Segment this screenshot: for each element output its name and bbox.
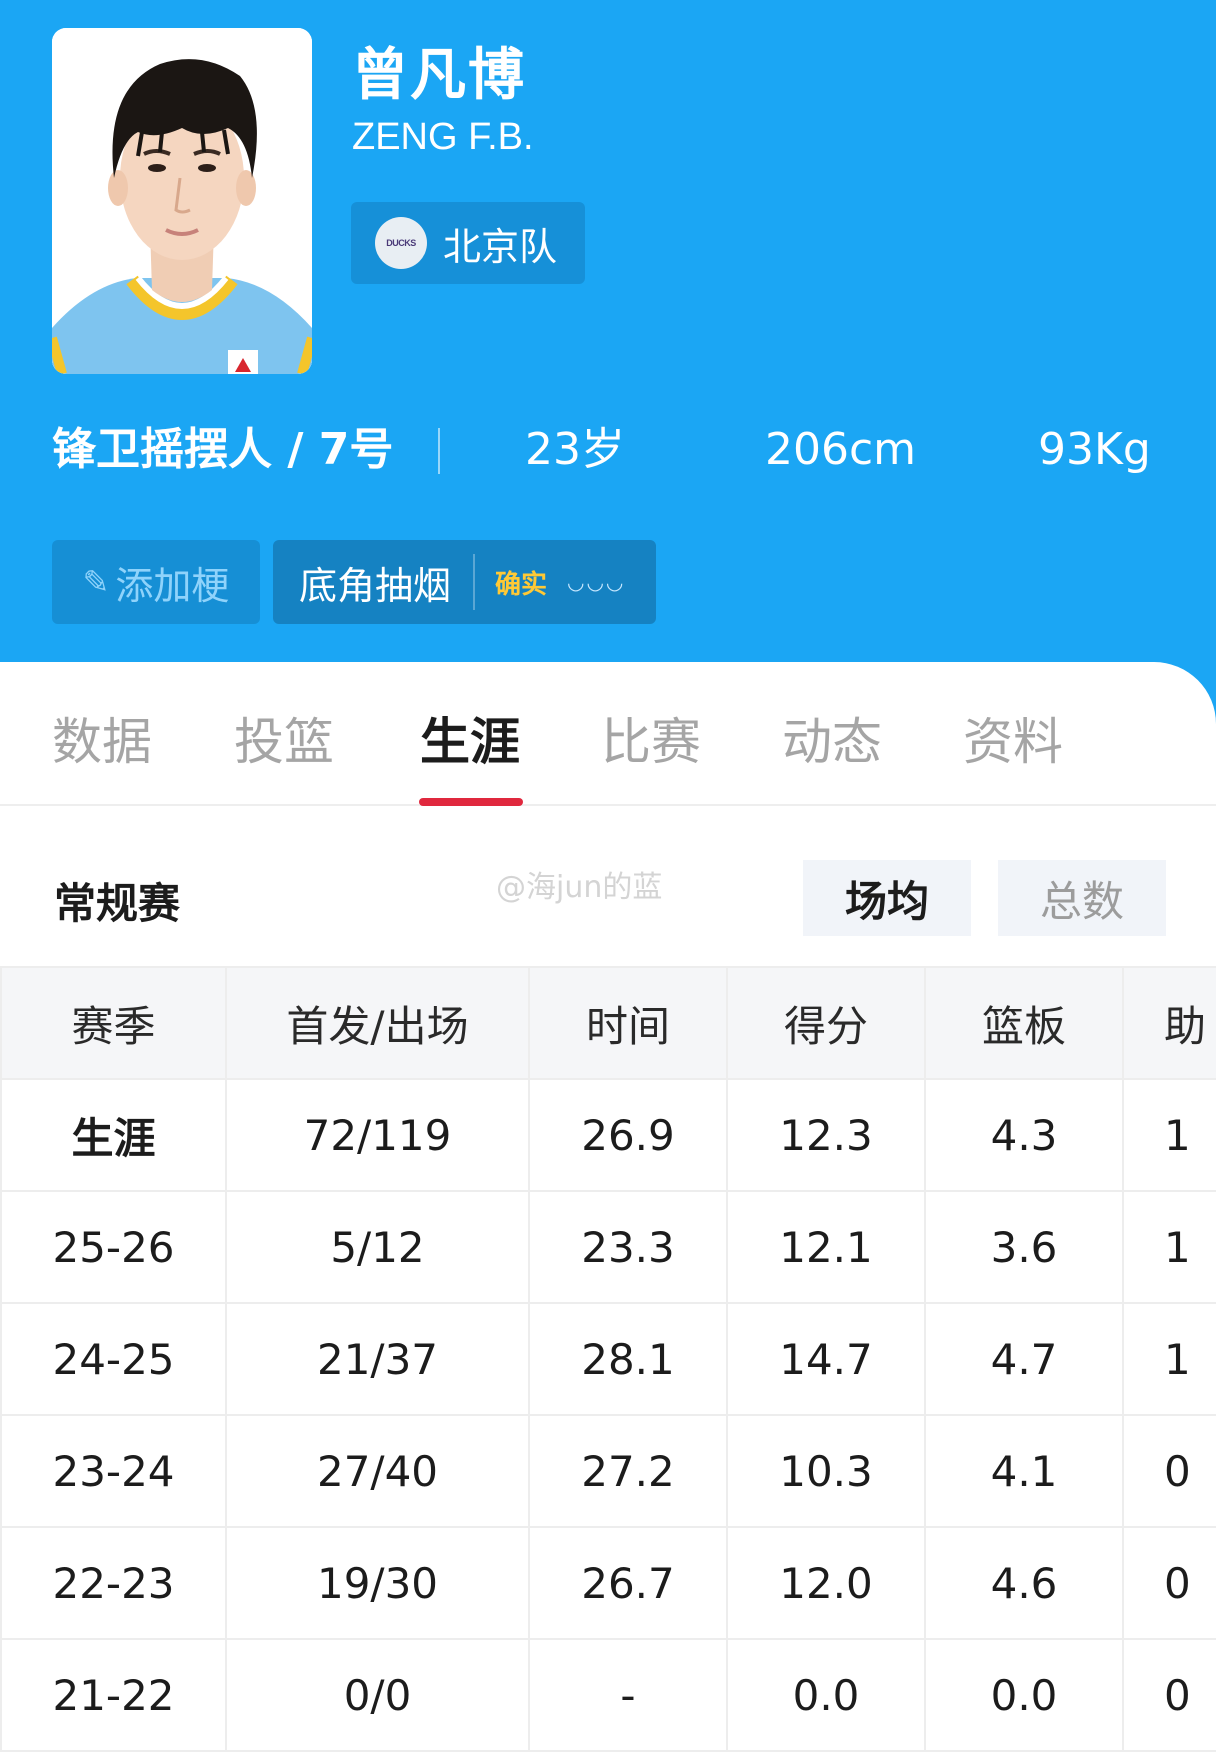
starts-games-cell: 5/12 [225, 1190, 530, 1304]
minutes-cell: - [528, 1638, 728, 1752]
minutes-cell: 26.9 [528, 1078, 728, 1192]
minutes-cell: 26.7 [528, 1526, 728, 1640]
rebounds-cell: 3.6 [924, 1190, 1124, 1304]
tab-profile[interactable]: 资料 [958, 702, 1068, 774]
rebounds-cell: 4.3 [924, 1078, 1124, 1192]
season-cell: 23-24 [0, 1414, 227, 1528]
header-season: 赛季 [0, 966, 227, 1080]
header-assists: 助 [1122, 966, 1216, 1080]
table-row[interactable]: 23-24 27/40 27.2 10.3 4.1 0 [0, 1414, 1216, 1528]
meme-tag-divider [473, 554, 476, 610]
player-header: 曾凡博 ZENG F.B. DUCKS 北京队 锋卫摇摆人 / 7号 23岁 2… [0, 0, 1216, 760]
points-cell: 0.0 [726, 1638, 926, 1752]
player-name-cn: 曾凡博 [352, 43, 526, 108]
rebounds-cell: 4.7 [924, 1302, 1124, 1416]
player-position: 锋卫摇摆人 / 7号 [52, 424, 394, 475]
wave-icon: ◡◡◡ [567, 570, 626, 594]
meme-tag-text: 底角抽烟 [299, 563, 452, 608]
tab-games[interactable]: 比赛 [596, 702, 706, 774]
starts-games-cell: 72/119 [225, 1078, 530, 1192]
rebounds-cell: 4.6 [924, 1526, 1124, 1640]
rebounds-cell: 0.0 [924, 1638, 1124, 1752]
minutes-cell: 28.1 [528, 1302, 728, 1416]
pencil-icon: ✎ [82, 563, 110, 601]
tab-data[interactable]: 数据 [47, 702, 157, 774]
player-photo [52, 28, 312, 374]
season-cell: 24-25 [0, 1302, 227, 1416]
add-meme-button[interactable]: ✎ 添加梗 [52, 540, 260, 624]
team-name: 北京队 [443, 224, 558, 269]
team-chip[interactable]: DUCKS 北京队 [351, 202, 585, 284]
season-cell: 生涯 [0, 1078, 227, 1192]
assists-cell: 1 [1122, 1302, 1216, 1416]
player-age: 23岁 [525, 424, 625, 475]
season-cell: 22-23 [0, 1526, 227, 1640]
info-divider [438, 428, 440, 474]
career-stats-table: 赛季 首发/出场 时间 得分 篮板 助 生涯 72/119 26.9 12.3 … [0, 966, 1216, 1752]
table-row[interactable]: 生涯 72/119 26.9 12.3 4.3 1 [0, 1078, 1216, 1192]
table-row[interactable]: 25-26 5/12 23.3 12.1 3.6 1 [0, 1190, 1216, 1304]
starts-games-cell: 0/0 [225, 1638, 530, 1752]
tab-career[interactable]: 生涯 [415, 702, 525, 774]
assists-cell: 1 [1122, 1078, 1216, 1192]
per-game-toggle[interactable]: 场均 [803, 860, 971, 936]
header-starts-games: 首发/出场 [225, 966, 530, 1080]
add-meme-label: 添加梗 [115, 563, 230, 608]
meme-tag[interactable]: 底角抽烟 确实 ◡◡◡ [273, 540, 656, 624]
assists-cell: 1 [1122, 1190, 1216, 1304]
section-title: 常规赛 [54, 879, 181, 928]
player-weight: 93Kg [1038, 424, 1151, 475]
assists-cell: 0 [1122, 1638, 1216, 1752]
starts-games-cell: 21/37 [225, 1302, 530, 1416]
table-row[interactable]: 24-25 21/37 28.1 14.7 4.7 1 [0, 1302, 1216, 1416]
watermark-text: @海jun的蓝 [496, 870, 663, 905]
player-name-en: ZENG F.B. [352, 116, 534, 158]
minutes-cell: 23.3 [528, 1190, 728, 1304]
table-row[interactable]: 21-22 0/0 - 0.0 0.0 0 [0, 1638, 1216, 1752]
starts-games-cell: 27/40 [225, 1414, 530, 1528]
table-row[interactable]: 22-23 19/30 26.7 12.0 4.6 0 [0, 1526, 1216, 1640]
points-cell: 14.7 [726, 1302, 926, 1416]
team-logo-icon: DUCKS [375, 217, 427, 269]
points-cell: 12.3 [726, 1078, 926, 1192]
tab-shooting[interactable]: 投篮 [229, 702, 339, 774]
assists-cell: 0 [1122, 1526, 1216, 1640]
rebounds-cell: 4.1 [924, 1414, 1124, 1528]
starts-games-cell: 19/30 [225, 1526, 530, 1640]
player-height: 206cm [765, 424, 917, 475]
header-minutes: 时间 [528, 966, 728, 1080]
season-cell: 21-22 [0, 1638, 227, 1752]
season-cell: 25-26 [0, 1190, 227, 1304]
confirm-button[interactable]: 确实 [495, 564, 547, 601]
header-points: 得分 [726, 966, 926, 1080]
table-header-row: 赛季 首发/出场 时间 得分 篮板 助 [0, 966, 1216, 1080]
active-tab-indicator [419, 798, 523, 806]
assists-cell: 0 [1122, 1414, 1216, 1528]
tab-feed[interactable]: 动态 [777, 702, 887, 774]
minutes-cell: 27.2 [528, 1414, 728, 1528]
tab-bar: 数据 投篮 生涯 比赛 动态 资料 [0, 662, 1216, 806]
points-cell: 12.0 [726, 1526, 926, 1640]
points-cell: 12.1 [726, 1190, 926, 1304]
header-rebounds: 篮板 [924, 966, 1124, 1080]
player-info-row: 锋卫摇摆人 / 7号 23岁 206cm 93Kg [0, 420, 1216, 480]
points-cell: 10.3 [726, 1414, 926, 1528]
totals-toggle[interactable]: 总数 [998, 860, 1166, 936]
